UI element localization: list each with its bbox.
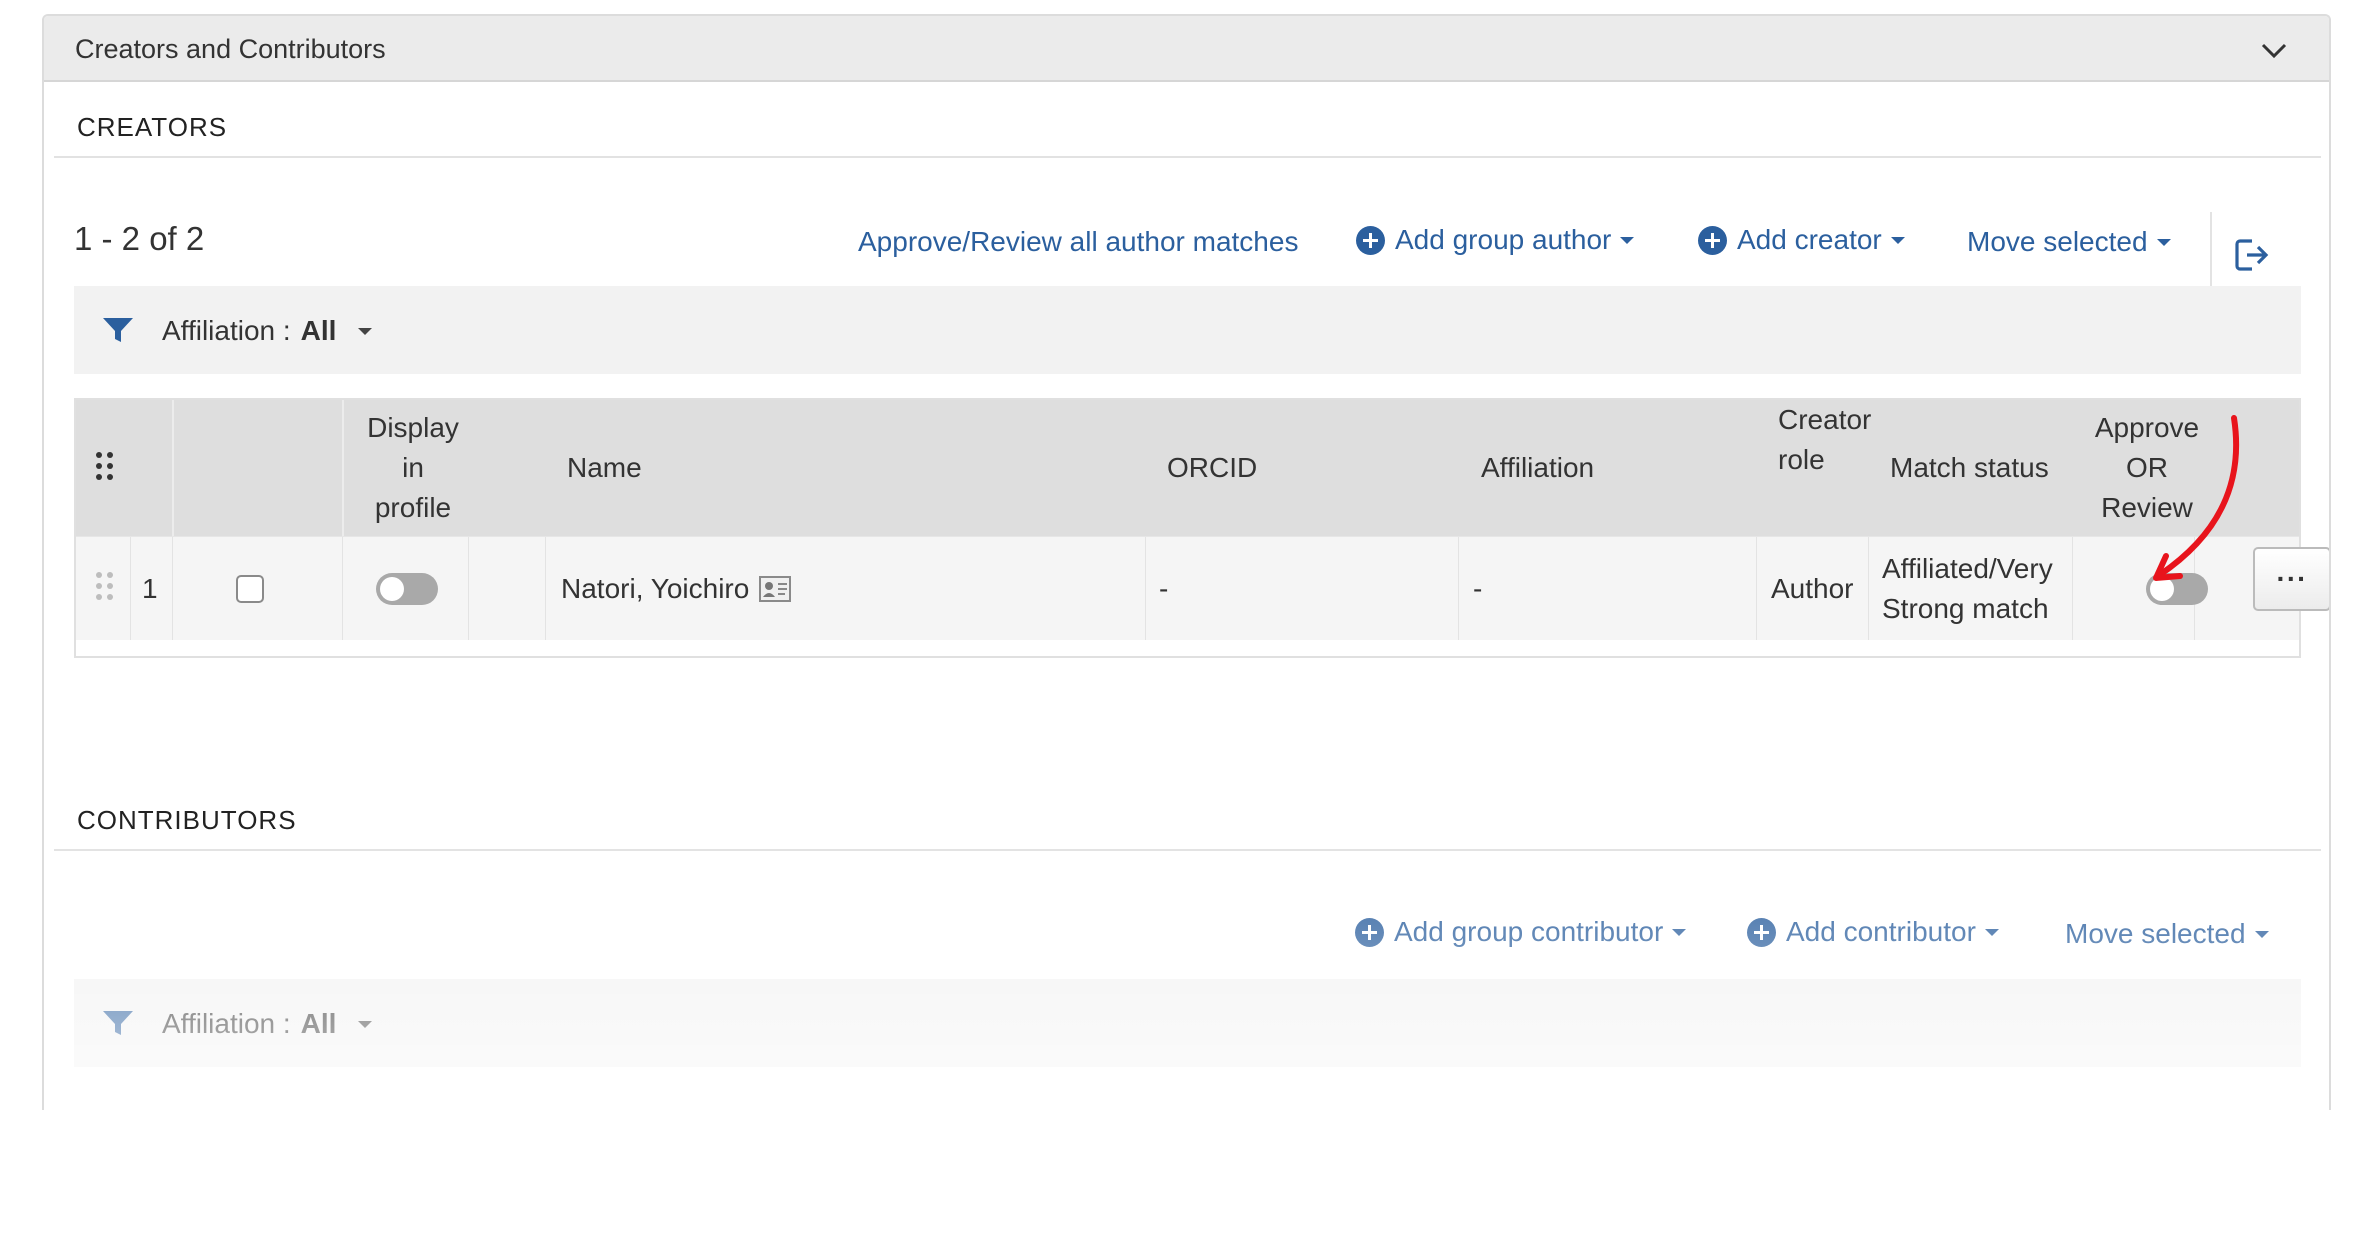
drag-all-handle-icon[interactable] — [96, 452, 113, 480]
contributors-section-title: CONTRIBUTORS — [77, 805, 297, 835]
creators-section-title: CREATORS — [77, 112, 228, 142]
caret-down-icon — [2254, 930, 2269, 938]
profile-card-icon[interactable] — [759, 576, 792, 602]
col-display-line-3: profile — [374, 492, 452, 523]
move-selected-label: Move selected — [2065, 918, 2246, 949]
add-group-contributor-button[interactable]: Add group contributor — [1355, 916, 1687, 948]
affiliation-filter-value: All — [300, 315, 337, 346]
approve-all-label: Approve/Review all author matches — [858, 226, 1299, 257]
bottom-fade-overlay — [44, 836, 2329, 1110]
creators-contributors-panel: Creators and Contributors CREATORS 1 - 2… — [42, 14, 2331, 1110]
filter-icon — [103, 318, 133, 342]
move-selected-contributors-button[interactable]: Move selected — [2065, 918, 2269, 950]
panel-title: Creators and Contributors — [75, 34, 386, 64]
table-row: 1 Natori, Yoichiro - - Author Affiliated… — [76, 536, 2329, 641]
affiliation-filter-value: All — [300, 1008, 337, 1039]
row-select-checkbox[interactable] — [236, 575, 264, 603]
col-display-line-1: Display — [367, 412, 459, 443]
col-approve-line-2: OR — [2126, 452, 2168, 483]
plus-circle-icon — [1356, 225, 1385, 255]
caret-down-icon — [358, 327, 373, 335]
display-in-profile-toggle[interactable] — [376, 573, 438, 605]
approve-or-review-cell — [2146, 537, 2208, 641]
add-group-author-label: Add group author — [1395, 224, 1612, 255]
approve-all-author-matches-link[interactable]: Approve/Review all author matches — [858, 226, 1298, 258]
col-name[interactable]: Name — [567, 400, 642, 536]
move-selected-creators-button[interactable]: Move selected — [1967, 226, 2171, 258]
plus-circle-icon — [1355, 917, 1384, 947]
add-creator-button[interactable]: Add creator — [1698, 224, 1905, 256]
move-selected-label: Move selected — [1967, 226, 2148, 257]
contributors-divider — [54, 849, 2321, 851]
contributors-filter-bar: Affiliation : All — [74, 979, 2301, 1067]
add-contributor-label: Add contributor — [1786, 916, 1976, 947]
creator-role-cell: Author — [1771, 573, 1854, 604]
add-group-contributor-label: Add group contributor — [1394, 916, 1664, 947]
caret-down-icon — [1620, 236, 1635, 244]
creator-name[interactable]: Natori, Yoichiro — [561, 569, 749, 609]
col-role-line-1: Creator — [1778, 404, 1872, 435]
export-icon[interactable] — [2234, 238, 2270, 272]
col-display-line-2: in — [402, 452, 424, 483]
affiliation-filter-label: Affiliation : — [162, 1008, 291, 1039]
col-orcid[interactable]: ORCID — [1167, 400, 1257, 536]
add-contributor-button[interactable]: Add contributor — [1747, 916, 1999, 948]
col-approve-line-1: Approve — [2094, 412, 2200, 443]
match-status-cell: Affiliated/Very Strong match — [1882, 537, 2053, 641]
plus-circle-icon — [1747, 917, 1776, 947]
col-display-in-profile: Display in profile — [342, 400, 484, 536]
col-match-status[interactable]: Match status — [1890, 400, 2049, 536]
panel-header[interactable]: Creators and Contributors — [44, 16, 2329, 82]
toolbar-divider — [2210, 212, 2212, 290]
name-cell: Natori, Yoichiro — [561, 537, 792, 641]
caret-down-icon — [1984, 928, 1999, 936]
row-actions-button[interactable]: ··· — [2253, 547, 2329, 611]
chevron-down-icon[interactable] — [2261, 42, 2287, 60]
display-in-profile-cell — [376, 537, 438, 641]
caret-down-icon — [2156, 238, 2171, 246]
col-affiliation[interactable]: Affiliation — [1481, 400, 1594, 536]
affiliation-filter-label: Affiliation : — [162, 315, 291, 346]
filter-icon — [103, 1011, 133, 1035]
match-status-line-1: Affiliated/Very — [1882, 553, 2053, 584]
orcid-cell: - — [1159, 573, 1169, 604]
col-approve-or-review: Approve OR Review — [2086, 400, 2208, 536]
col-creator-role[interactable]: Creator role — [1778, 400, 1871, 536]
affiliation-cell: - — [1473, 573, 1483, 604]
caret-down-icon — [358, 1020, 373, 1028]
affiliation-filter-dropdown[interactable]: Affiliation : All — [162, 315, 373, 347]
creators-count: 1 - 2 of 2 — [74, 220, 205, 257]
add-creator-label: Add creator — [1737, 224, 1882, 255]
add-group-author-button[interactable]: Add group author — [1356, 224, 1635, 256]
affiliation-filter-dropdown[interactable]: Affiliation : All — [162, 1008, 373, 1040]
creators-filter-bar: Affiliation : All — [74, 286, 2301, 374]
col-role-line-2: role — [1778, 444, 1825, 475]
match-status-line-2: Strong match — [1882, 593, 2049, 624]
table-header: Display in profile Name ORCID Affiliatio… — [76, 400, 2299, 536]
approve-or-review-toggle[interactable] — [2146, 573, 2208, 605]
creators-divider — [54, 156, 2321, 158]
caret-down-icon — [1672, 928, 1687, 936]
creators-table: Display in profile Name ORCID Affiliatio… — [74, 398, 2329, 658]
row-index: 1 — [142, 573, 158, 604]
caret-down-icon — [1890, 236, 1905, 244]
row-select-checkbox-cell — [236, 537, 264, 641]
row-drag-handle-icon[interactable] — [96, 572, 113, 600]
col-approve-line-3: Review — [2101, 492, 2193, 523]
plus-circle-icon — [1698, 225, 1727, 255]
